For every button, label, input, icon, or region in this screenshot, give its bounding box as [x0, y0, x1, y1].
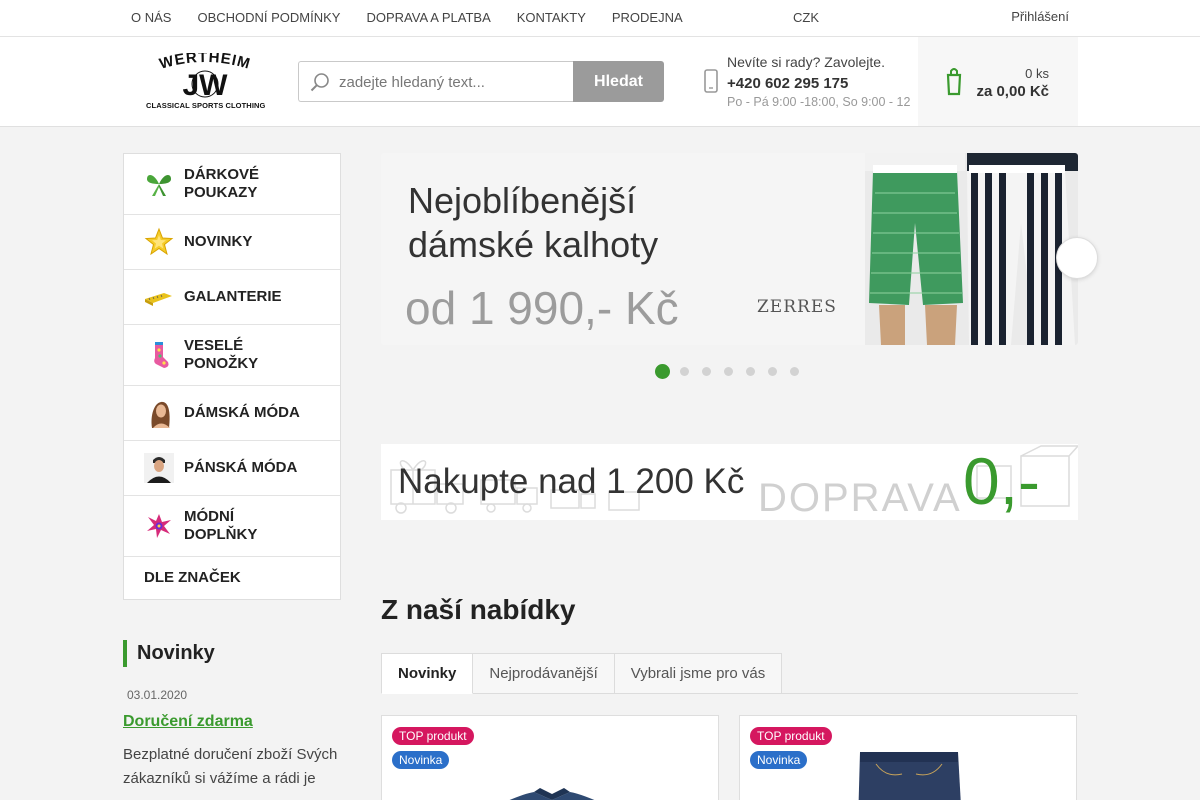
- search-box: [298, 61, 574, 102]
- category-mens-fashion[interactable]: PÁNSKÁ MÓDA: [124, 441, 340, 496]
- offer-heading: Z naší nabídky: [381, 594, 576, 625]
- slide-price: od 1 990,- Kč: [405, 282, 679, 334]
- top-nav: O NÁS OBCHODNÍ PODMÍNKY DOPRAVA A PLATBA…: [118, 0, 696, 36]
- hero-slider[interactable]: Nejoblíbenější dámské kalhoty od 1 990,-…: [381, 153, 1078, 345]
- news-heading: Novinky: [123, 640, 215, 667]
- shipping-word: DOPRAVA: [758, 476, 962, 520]
- news-excerpt: Bezplatné doručení zboží Svých zákazníků…: [123, 746, 338, 787]
- shipping-threshold-text: Nakupte nad 1 200 Kč: [398, 462, 745, 501]
- login-label: Přihlášení: [1011, 9, 1069, 24]
- category-label: MÓDNÍ DOPLŇKY: [184, 508, 258, 543]
- cart-count: 0 ks: [1025, 66, 1049, 81]
- slider-dot[interactable]: [655, 364, 670, 379]
- slider-dot[interactable]: [680, 367, 689, 376]
- accessories-icon: [147, 514, 171, 538]
- contact-phone[interactable]: +420 602 295 175: [727, 75, 848, 92]
- category-menu: DÁRKOVÉ POUKAZY NOVINKY GALANTERIE VESELÉ…: [123, 153, 341, 600]
- currency-selector[interactable]: CZK: [789, 0, 821, 38]
- man-icon: [144, 453, 174, 483]
- product-image-denim-shorts: [858, 752, 961, 800]
- tab-picked-for-you[interactable]: Vybrali jsme pro vás: [614, 653, 783, 694]
- search-button[interactable]: Hledat: [573, 61, 664, 102]
- contact-hours: Po - Pá 9:00 -18:00, So 9:00 - 12: [727, 95, 911, 109]
- tab-new[interactable]: Novinky: [381, 653, 474, 694]
- top-product-badge: TOP produkt: [392, 727, 474, 745]
- top-nav-link-terms[interactable]: OBCHODNÍ PODMÍNKY: [184, 0, 353, 36]
- slide-heading-line2: dámské kalhoty: [408, 224, 659, 265]
- slider-next-button[interactable]: [1056, 237, 1098, 279]
- slider-dot[interactable]: [790, 367, 799, 376]
- star-icon: [144, 227, 174, 256]
- slide-photo: [865, 153, 1078, 345]
- new-badge: Novinka: [750, 751, 808, 769]
- category-label: PÁNSKÁ MÓDA: [184, 459, 298, 476]
- top-nav-link-contacts[interactable]: KONTAKTY: [504, 0, 599, 36]
- currency-label: CZK: [793, 10, 819, 25]
- login-link[interactable]: Přihlášení: [1005, 0, 1069, 36]
- slider-dot[interactable]: [702, 367, 711, 376]
- logo-initials: JW: [183, 70, 229, 98]
- woman-icon: [151, 401, 170, 428]
- offer-tabs: Novinky Nejprodávanější Vybrali jsme pro…: [381, 653, 1078, 694]
- category-label: VESELÉ PONOŽKY: [184, 337, 259, 372]
- top-bar: O NÁS OBCHODNÍ PODMÍNKY DOPRAVA A PLATBA…: [0, 0, 1200, 37]
- category-haberdashery[interactable]: GALANTERIE: [124, 270, 340, 325]
- logo-tagline: CLASSICAL SPORTS CLOTHING: [146, 101, 266, 110]
- product-card[interactable]: TOP produkt Novinka: [739, 715, 1077, 800]
- slide-heading-line1: Nejoblíbenější: [408, 180, 637, 221]
- phone-icon: [704, 69, 718, 93]
- cart-icon: [946, 68, 962, 96]
- sock-icon: [154, 342, 169, 368]
- shipping-price: 0,-: [963, 444, 1041, 518]
- logo-initials-text: JW: [183, 70, 229, 98]
- slider-dot[interactable]: [746, 367, 755, 376]
- category-by-brand[interactable]: DLE ZNAČEK: [124, 557, 340, 599]
- search-icon: [310, 73, 329, 92]
- category-label: DÁMSKÁ MÓDA: [184, 404, 300, 421]
- search-input[interactable]: [339, 71, 565, 93]
- tab-bestsellers[interactable]: Nejprodávanější: [473, 653, 615, 694]
- cart-widget[interactable]: 0 ks za 0,00 Kč: [918, 37, 1078, 126]
- category-gift-vouchers[interactable]: DÁRKOVÉ POUKAZY: [124, 154, 340, 215]
- category-happy-socks[interactable]: VESELÉ PONOŽKY: [124, 325, 340, 386]
- gift-bow-icon: [147, 174, 171, 196]
- top-nav-link-shipping[interactable]: DOPRAVA A PLATBA: [353, 0, 503, 36]
- product-image-denim-jacket: [509, 788, 595, 800]
- free-shipping-banner[interactable]: Nakupte nad 1 200 Kč DOPRAVA 0,-: [381, 444, 1078, 520]
- contact-info: Nevíte si rady? Zavolejte. +420 602 295 …: [704, 54, 920, 110]
- top-nav-link-store[interactable]: PRODEJNA: [599, 0, 696, 36]
- search-form: Hledat: [298, 61, 664, 102]
- news-date: 03.01.2020: [127, 688, 188, 702]
- category-label: DÁRKOVÉ POUKAZY: [184, 166, 260, 201]
- category-accessories[interactable]: MÓDNÍ DOPLŇKY: [124, 496, 340, 557]
- contact-prompt: Nevíte si rady? Zavolejte.: [727, 54, 885, 70]
- category-label: NOVINKY: [184, 233, 253, 250]
- slider-dots: [655, 364, 812, 379]
- new-badge: Novinka: [392, 751, 450, 769]
- top-nav-link-about[interactable]: O NÁS: [118, 0, 184, 36]
- header: WERTHEIM JW CLASSICAL SPORTS CLOTHING Hl…: [0, 37, 1200, 127]
- logo[interactable]: WERTHEIM JW CLASSICAL SPORTS CLOTHING: [146, 53, 266, 113]
- category-womens-fashion[interactable]: DÁMSKÁ MÓDA: [124, 386, 340, 441]
- slide-brand: ZERRES: [757, 297, 837, 317]
- category-label: DLE ZNAČEK: [144, 569, 241, 586]
- slider-dot[interactable]: [724, 367, 733, 376]
- category-label: GALANTERIE: [184, 288, 282, 305]
- measuring-tape-icon: [145, 293, 172, 306]
- category-news[interactable]: NOVINKY: [124, 215, 340, 270]
- product-card[interactable]: TOP produkt Novinka: [381, 715, 719, 800]
- slider-dot[interactable]: [768, 367, 777, 376]
- top-product-badge: TOP produkt: [750, 727, 832, 745]
- news-title-link[interactable]: Doručení zdarma: [123, 713, 253, 731]
- cart-total: za 0,00 Kč: [976, 83, 1049, 100]
